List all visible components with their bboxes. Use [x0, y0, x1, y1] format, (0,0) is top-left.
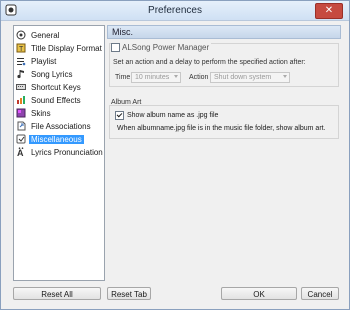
- general-icon: [16, 30, 26, 40]
- album-art-checkbox[interactable]: [115, 111, 124, 120]
- sidebar-item-label: File Associations: [31, 121, 91, 131]
- file-associations-icon: [16, 121, 26, 131]
- action-select[interactable]: Shut down system: [210, 72, 290, 83]
- sidebar-item-skins[interactable]: Skins: [16, 107, 51, 119]
- reset-all-button[interactable]: Reset All: [13, 287, 101, 300]
- power-manager-description: Set an action and a delay to perform the…: [113, 59, 306, 66]
- svg-text:T: T: [19, 46, 24, 53]
- album-art-checkbox-label: Show album name as .jpg file: [127, 112, 219, 119]
- time-select[interactable]: 10 minutes: [131, 72, 181, 83]
- chevron-down-icon: [174, 75, 178, 78]
- keyboard-icon: [16, 82, 26, 92]
- sidebar-item-shortcut-keys[interactable]: Shortcut Keys: [16, 81, 81, 93]
- sidebar-item-label: Song Lyrics: [31, 69, 73, 79]
- lyrics-icon: [16, 69, 26, 79]
- time-label: Time: [115, 74, 131, 81]
- close-icon: ✕: [324, 5, 334, 16]
- sidebar-item-label: Title Display Format: [31, 43, 102, 53]
- playlist-icon: [16, 56, 26, 66]
- sidebar-item-label: Miscellaneous: [29, 134, 84, 144]
- sidebar-item-label: General: [31, 30, 60, 40]
- cancel-button[interactable]: Cancel: [301, 287, 339, 300]
- action-label: Action: [189, 74, 209, 81]
- sidebar-item-title-display-format[interactable]: T Title Display Format: [16, 42, 102, 54]
- sidebar-item-label: Sound Effects: [31, 95, 81, 105]
- title-format-icon: T: [16, 43, 26, 53]
- section-header: Misc.: [107, 25, 341, 39]
- action-value: Shut down system: [214, 74, 272, 81]
- sidebar-item-miscellaneous[interactable]: Miscellaneous: [16, 133, 84, 145]
- title-bar[interactable]: Preferences ✕: [1, 1, 349, 21]
- section-title: Misc.: [112, 27, 133, 37]
- power-manager-checkbox[interactable]: [111, 43, 120, 52]
- sidebar-item-label: Lyrics Pronunciation: [31, 147, 103, 157]
- time-value: 10 minutes: [135, 74, 170, 81]
- skins-icon: [16, 108, 26, 118]
- sidebar-item-label: Shortcut Keys: [31, 82, 81, 92]
- svg-text:A: A: [17, 148, 24, 157]
- sidebar-item-general[interactable]: General: [16, 29, 59, 41]
- sound-effects-icon: [16, 95, 26, 105]
- sidebar-item-lyrics-pronunciation[interactable]: A Lyrics Pronunciation: [16, 146, 103, 158]
- sidebar-item-sound-effects[interactable]: Sound Effects: [16, 94, 81, 106]
- miscellaneous-icon: [16, 134, 26, 144]
- reset-tab-button[interactable]: Reset Tab: [107, 287, 151, 300]
- chevron-down-icon: [283, 75, 287, 78]
- album-art-note: When albumname.jpg file is in the music …: [117, 125, 326, 132]
- sidebar-item-label: Playlist: [31, 56, 57, 66]
- category-list[interactable]: General T Title Display Format Playlist …: [13, 25, 105, 281]
- close-button[interactable]: ✕: [315, 3, 343, 19]
- power-manager-label: ALSong Power Manager: [122, 43, 210, 52]
- sidebar-item-playlist[interactable]: Playlist: [16, 55, 56, 67]
- sidebar-item-song-lyrics[interactable]: Song Lyrics: [16, 68, 73, 80]
- sidebar-item-label: Skins: [31, 108, 51, 118]
- album-art-checkbox-row[interactable]: Show album name as .jpg file: [115, 111, 218, 120]
- preferences-window: Preferences ✕ General T Title Display Fo…: [0, 0, 350, 310]
- sidebar-item-file-associations[interactable]: File Associations: [16, 120, 91, 132]
- power-manager-checkbox-row[interactable]: ALSong Power Manager: [111, 43, 212, 52]
- window-title: Preferences: [148, 5, 202, 16]
- pronunciation-icon: A: [16, 147, 26, 157]
- ok-button[interactable]: OK: [221, 287, 297, 300]
